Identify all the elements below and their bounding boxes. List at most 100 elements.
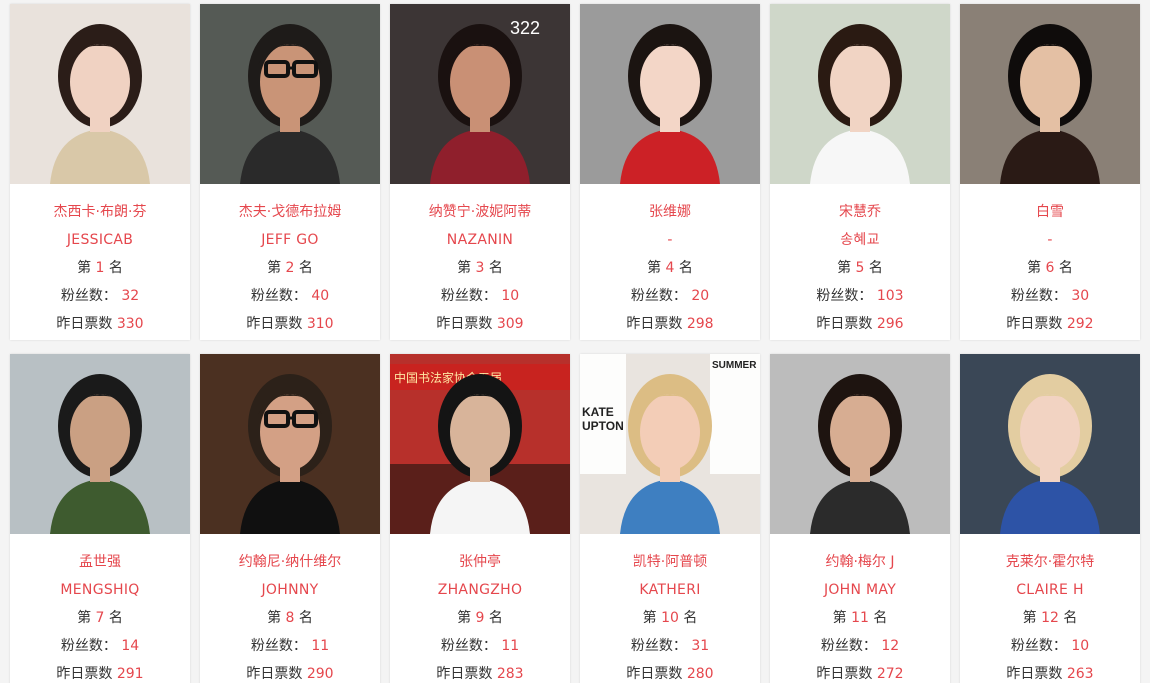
star-card[interactable]: 约翰尼·纳什维尔 JOHNNY 第 8 名粉丝数： 11 昨日票数 290 bbox=[200, 354, 380, 683]
star-name-en[interactable]: JOHN MAY bbox=[770, 576, 950, 604]
star-rank: 第 5 名 bbox=[770, 254, 950, 282]
rank-suffix: 名 bbox=[678, 260, 693, 276]
star-name-en[interactable]: ZHANGZHO bbox=[390, 576, 570, 604]
star-name-cn[interactable]: 白雪 bbox=[960, 198, 1140, 226]
star-card[interactable]: KATE UPTON SUMMER 凯特·阿普顿 KATHERI 第 10 名粉丝数： 3… bbox=[580, 354, 760, 683]
votes-label: 昨日票数 bbox=[246, 666, 303, 682]
star-name-en[interactable]: JESSICAB bbox=[10, 226, 190, 254]
star-name-cn[interactable]: 杰夫·戈德布拉姆 bbox=[200, 198, 380, 226]
star-fans: 粉丝数： 103 bbox=[770, 282, 950, 310]
star-name-en[interactable]: JEFF GO bbox=[200, 226, 380, 254]
star-rank: 第 2 名 bbox=[200, 254, 380, 282]
star-name-en[interactable]: CLAIRE H bbox=[960, 576, 1140, 604]
rank-prefix: 第 bbox=[77, 260, 92, 276]
star-card[interactable]: 322 纳赞宁·波妮阿蒂 NAZANIN 第 3 名粉丝数： 10 昨日票数 309 bbox=[390, 4, 570, 340]
star-card[interactable]: 宋慧乔 송혜교 第 5 名粉丝数： 103 昨日票数 296 bbox=[770, 4, 950, 340]
star-info: 杰西卡·布朗·芬 JESSICAB 第 1 名粉丝数： 32 昨日票数 330 bbox=[10, 184, 190, 338]
fans-label: 粉丝数： bbox=[816, 288, 873, 304]
star-name-cn[interactable]: 约翰尼·纳什维尔 bbox=[200, 548, 380, 576]
star-name-cn[interactable]: 孟世强 bbox=[10, 548, 190, 576]
fans-label: 粉丝数： bbox=[250, 638, 307, 654]
rank-prefix: 第 bbox=[642, 610, 657, 626]
fans-label: 粉丝数： bbox=[440, 638, 497, 654]
fans-label: 粉丝数： bbox=[440, 288, 497, 304]
star-votes: 昨日票数 290 bbox=[200, 660, 380, 683]
star-photo[interactable] bbox=[10, 354, 190, 534]
photo-text: 322 bbox=[510, 18, 540, 38]
star-photo[interactable] bbox=[10, 4, 190, 184]
rank-prefix: 第 bbox=[77, 610, 92, 626]
star-photo[interactable]: 中国书法家协会五届 bbox=[390, 354, 570, 534]
votes-count: 290 bbox=[306, 666, 334, 682]
star-name-cn[interactable]: 张维娜 bbox=[580, 198, 760, 226]
rank-prefix: 第 bbox=[267, 610, 282, 626]
star-name-cn[interactable]: 宋慧乔 bbox=[770, 198, 950, 226]
votes-label: 昨日票数 bbox=[56, 316, 113, 332]
star-card[interactable]: 张维娜 - 第 4 名粉丝数： 20 昨日票数 298 bbox=[580, 4, 760, 340]
star-photo[interactable] bbox=[770, 4, 950, 184]
star-photo[interactable]: KATE UPTON SUMMER bbox=[580, 354, 760, 534]
star-votes: 昨日票数 263 bbox=[960, 660, 1140, 683]
star-card[interactable]: 杰西卡·布朗·芬 JESSICAB 第 1 名粉丝数： 32 昨日票数 330 bbox=[10, 4, 190, 340]
star-card[interactable]: 约翰·梅尔 J JOHN MAY 第 11 名粉丝数： 12 昨日票数 272 bbox=[770, 354, 950, 683]
fans-count: 30 bbox=[1071, 288, 1090, 304]
star-fans: 粉丝数： 31 bbox=[580, 632, 760, 660]
star-rank: 第 8 名 bbox=[200, 604, 380, 632]
star-votes: 昨日票数 310 bbox=[200, 310, 380, 338]
star-name-en[interactable]: JOHNNY bbox=[200, 576, 380, 604]
votes-count: 310 bbox=[306, 316, 334, 332]
star-photo[interactable] bbox=[580, 4, 760, 184]
rank-suffix: 名 bbox=[488, 260, 503, 276]
rank-suffix: 名 bbox=[108, 260, 123, 276]
fans-count: 31 bbox=[691, 638, 710, 654]
rank-number: 9 bbox=[475, 610, 485, 626]
star-photo[interactable]: 322 bbox=[390, 4, 570, 184]
star-card[interactable]: 杰夫·戈德布拉姆 JEFF GO 第 2 名粉丝数： 40 昨日票数 310 bbox=[200, 4, 380, 340]
star-photo[interactable] bbox=[770, 354, 950, 534]
star-name-cn[interactable]: 纳赞宁·波妮阿蒂 bbox=[390, 198, 570, 226]
star-info: 约翰·梅尔 J JOHN MAY 第 11 名粉丝数： 12 昨日票数 272 bbox=[770, 534, 950, 683]
star-name-en[interactable]: MENGSHIQ bbox=[10, 576, 190, 604]
star-name-cn[interactable]: 克莱尔·霍尔特 bbox=[960, 548, 1140, 576]
votes-label: 昨日票数 bbox=[1006, 666, 1063, 682]
star-name-cn[interactable]: 凯特·阿普顿 bbox=[580, 548, 760, 576]
rank-number: 7 bbox=[95, 610, 105, 626]
star-info: 克莱尔·霍尔特 CLAIRE H第 12 名粉丝数： 10 昨日票数 263 bbox=[960, 534, 1140, 683]
star-votes: 昨日票数 298 bbox=[580, 310, 760, 338]
star-card[interactable]: 白雪 - 第 6 名粉丝数： 30 昨日票数 292 bbox=[960, 4, 1140, 340]
star-photo[interactable] bbox=[200, 354, 380, 534]
fans-count: 20 bbox=[691, 288, 710, 304]
star-votes: 昨日票数 283 bbox=[390, 660, 570, 683]
rank-number: 4 bbox=[665, 260, 675, 276]
star-rank: 第 7 名 bbox=[10, 604, 190, 632]
star-card[interactable]: 克莱尔·霍尔特 CLAIRE H第 12 名粉丝数： 10 昨日票数 263 bbox=[960, 354, 1140, 683]
svg-text:UPTON: UPTON bbox=[582, 419, 624, 433]
rank-prefix: 第 bbox=[1027, 260, 1042, 276]
star-photo[interactable] bbox=[960, 354, 1140, 534]
star-name-cn[interactable]: 张仲亭 bbox=[390, 548, 570, 576]
star-votes: 昨日票数 280 bbox=[580, 660, 760, 683]
star-photo[interactable] bbox=[200, 4, 380, 184]
rank-suffix: 名 bbox=[488, 610, 503, 626]
star-name-cn[interactable]: 约翰·梅尔 J bbox=[770, 548, 950, 576]
star-card[interactable]: 孟世强 MENGSHIQ 第 7 名粉丝数： 14 昨日票数 291 bbox=[10, 354, 190, 683]
star-name-cn[interactable]: 杰西卡·布朗·芬 bbox=[10, 198, 190, 226]
rank-suffix: 名 bbox=[298, 610, 313, 626]
star-name-en[interactable]: - bbox=[580, 226, 760, 254]
fans-label: 粉丝数： bbox=[630, 638, 687, 654]
star-grid: 杰西卡·布朗·芬 JESSICAB 第 1 名粉丝数： 32 昨日票数 330 杰夫·戈… bbox=[0, 0, 1150, 683]
star-card[interactable]: 中国书法家协会五届 张仲亭 ZHANGZHO 第 9 名粉丝数： 11 昨日票数 283 bbox=[390, 354, 570, 683]
fans-label: 粉丝数： bbox=[250, 288, 307, 304]
svg-text:KATE: KATE bbox=[582, 405, 614, 419]
star-fans: 粉丝数： 40 bbox=[200, 282, 380, 310]
star-name-en[interactable]: KATHERI bbox=[580, 576, 760, 604]
star-name-en[interactable]: - bbox=[960, 226, 1140, 254]
star-photo[interactable] bbox=[960, 4, 1140, 184]
fans-count: 11 bbox=[501, 638, 520, 654]
star-votes: 昨日票数 296 bbox=[770, 310, 950, 338]
star-name-en[interactable]: NAZANIN bbox=[390, 226, 570, 254]
fans-count: 103 bbox=[876, 288, 904, 304]
star-name-en[interactable]: 송혜교 bbox=[770, 226, 950, 254]
votes-count: 272 bbox=[876, 666, 904, 682]
fans-label: 粉丝数： bbox=[1010, 638, 1067, 654]
